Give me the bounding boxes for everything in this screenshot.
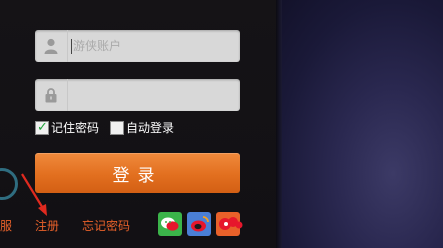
- service-icon[interactable]: [0, 160, 22, 220]
- text-caret: [71, 39, 72, 54]
- remember-password-checkbox[interactable]: ✓ 记住密码: [35, 119, 99, 136]
- wechat-icon[interactable]: [158, 212, 182, 236]
- checkbox-box[interactable]: ✓: [35, 119, 49, 135]
- forgot-password-link[interactable]: 忘记密码: [82, 217, 130, 234]
- customer-service-link[interactable]: 服: [0, 217, 12, 234]
- sina-weibo-icon[interactable]: [187, 212, 211, 236]
- register-link[interactable]: 注册: [35, 217, 59, 234]
- username-placeholder: 游侠账户: [73, 39, 122, 53]
- login-button[interactable]: 登录: [35, 153, 240, 193]
- checkbox-box[interactable]: [110, 120, 124, 135]
- username-field[interactable]: 游侠账户: [35, 30, 240, 62]
- auto-login-checkbox[interactable]: 自动登录: [110, 119, 174, 136]
- annotation-arrow-icon: [21, 173, 47, 216]
- password-field[interactable]: [35, 79, 240, 111]
- user-icon: [35, 30, 68, 62]
- auto-login-label: 自动登录: [126, 121, 175, 135]
- check-icon: ✓: [37, 119, 48, 135]
- lock-icon: [35, 79, 68, 111]
- remember-password-label: 记住密码: [51, 121, 100, 135]
- background-art: [276, 0, 443, 248]
- tencent-weibo-icon[interactable]: [216, 212, 243, 236]
